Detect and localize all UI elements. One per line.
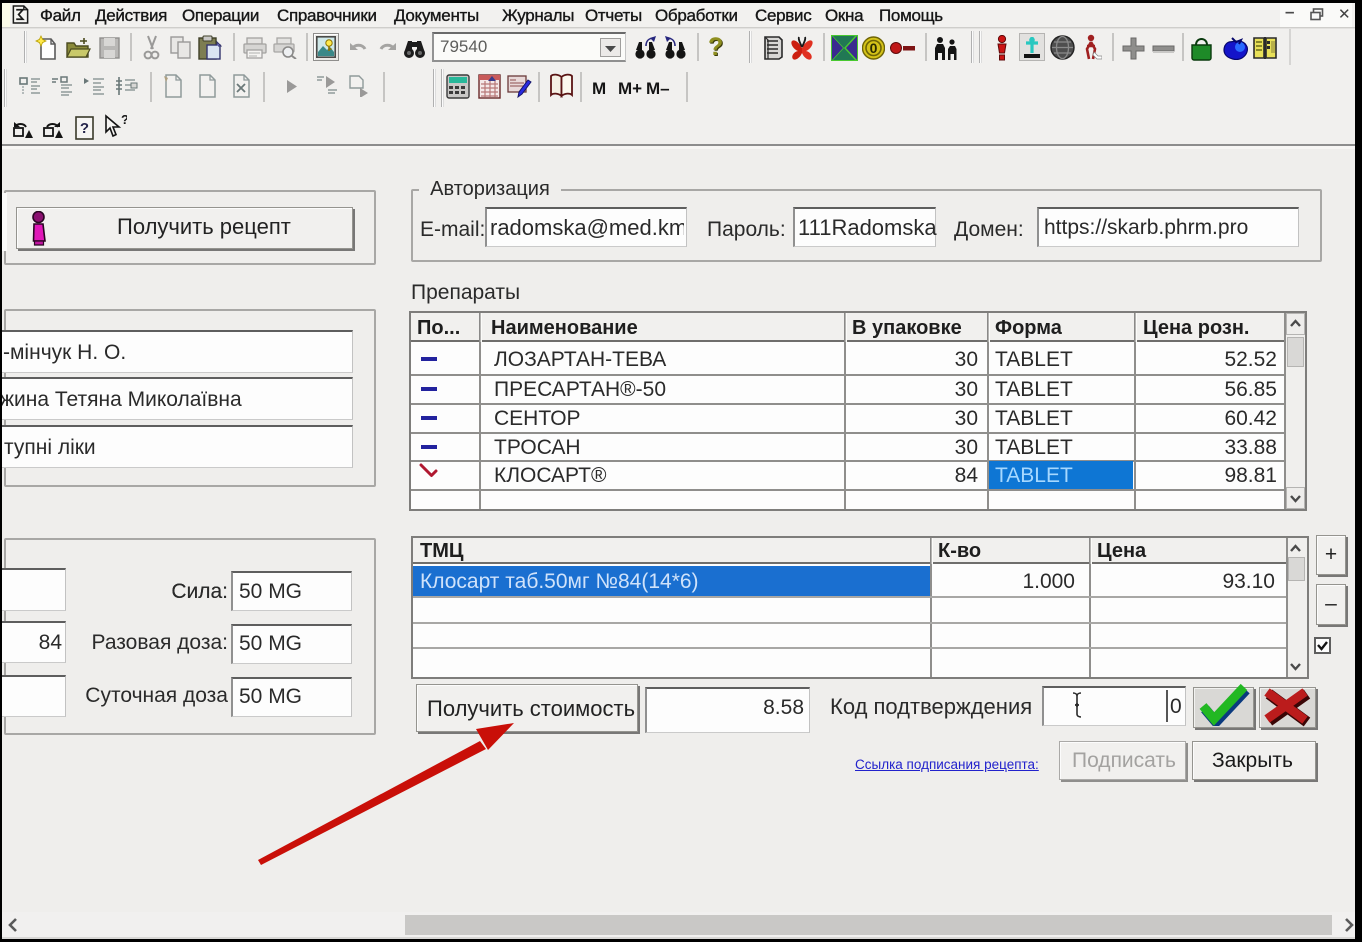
- svg-text:?: ?: [121, 114, 127, 127]
- svg-text:?: ?: [80, 120, 89, 137]
- svg-text:0: 0: [870, 40, 878, 56]
